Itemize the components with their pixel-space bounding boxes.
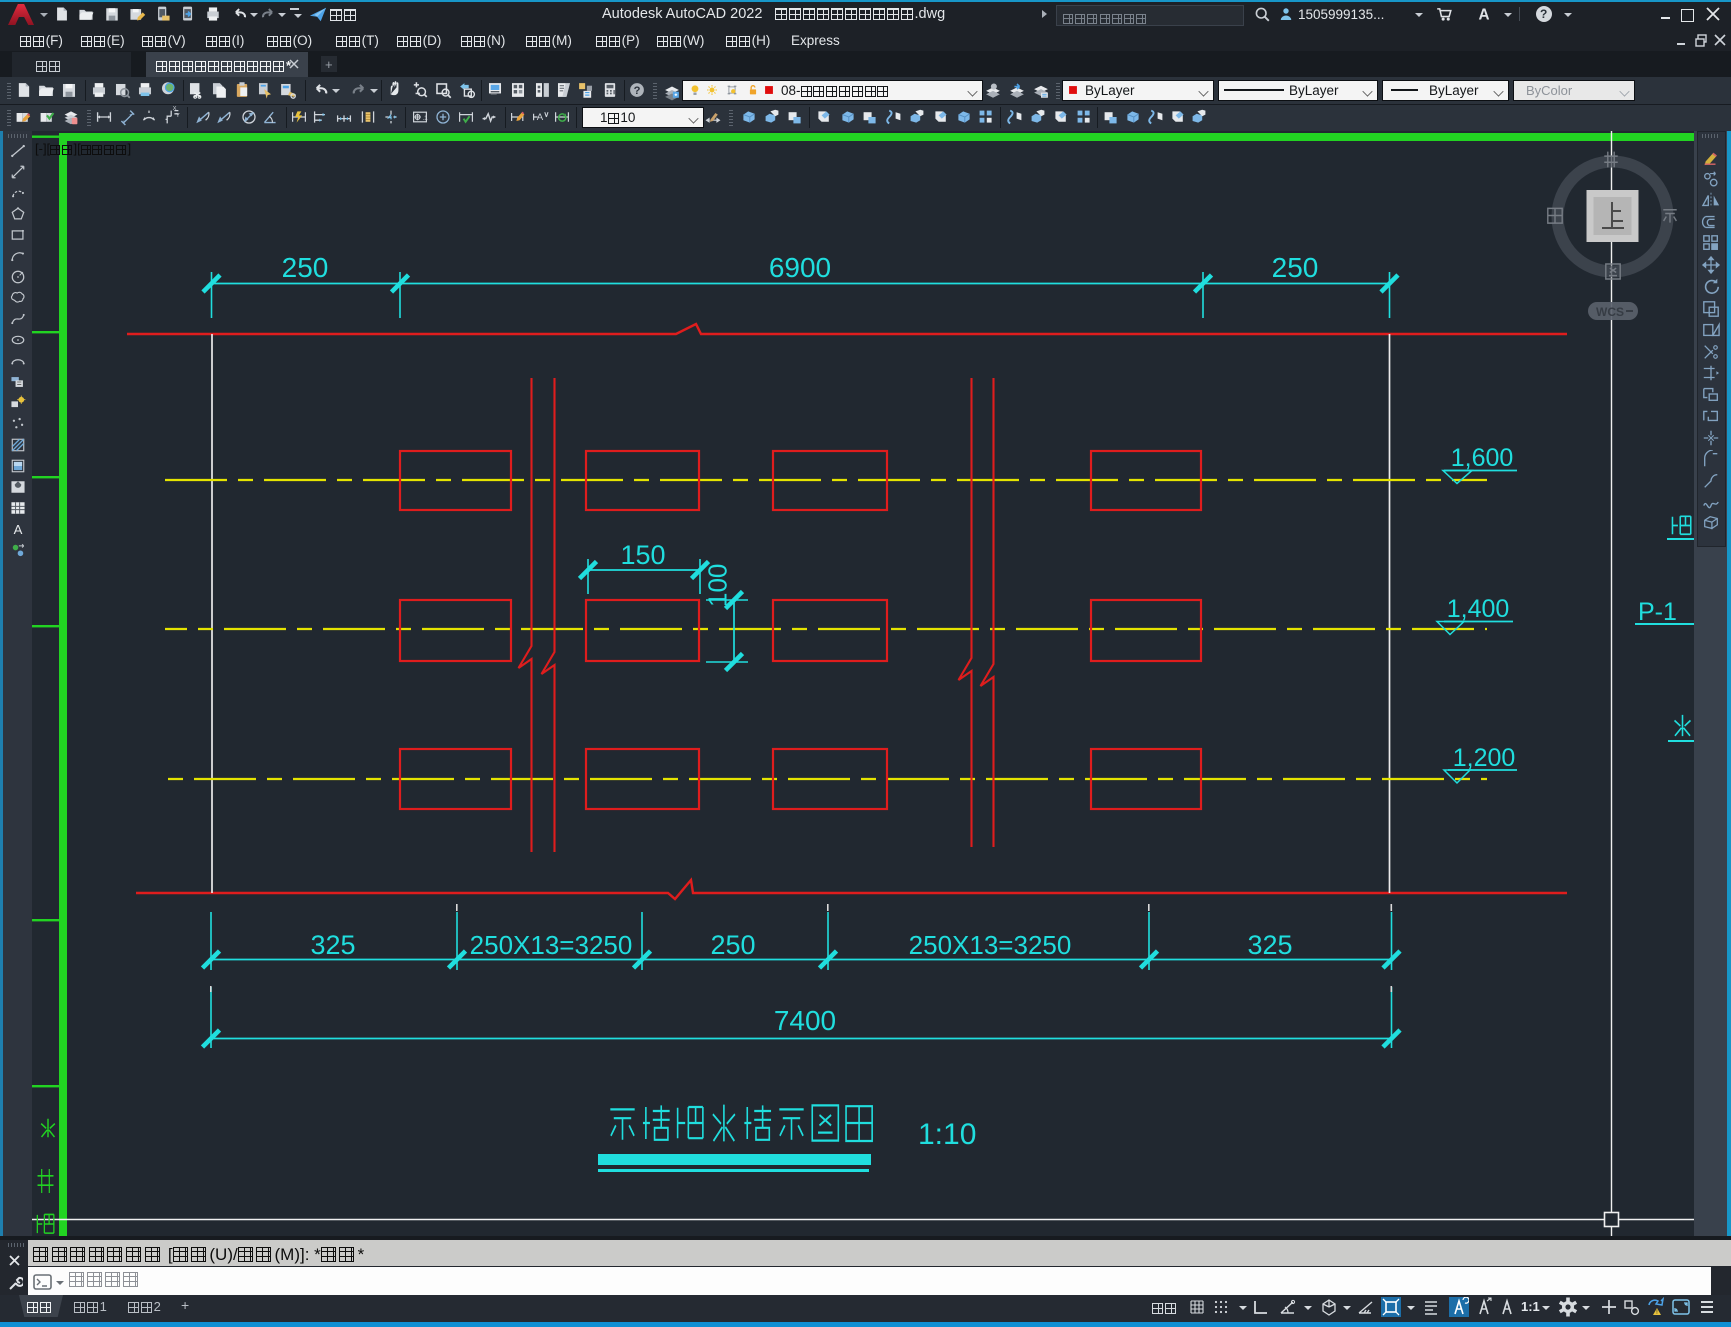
svg-text:250X13=3250: 250X13=3250 <box>909 930 1072 960</box>
svg-text:6900: 6900 <box>769 252 831 283</box>
svg-text:250X13=3250: 250X13=3250 <box>470 930 633 960</box>
svg-text:1,600: 1,600 <box>1451 444 1514 472</box>
svg-text:7400: 7400 <box>774 1005 836 1036</box>
svg-text:250: 250 <box>1272 252 1319 283</box>
svg-text:250: 250 <box>710 930 755 960</box>
svg-text:1,400: 1,400 <box>1447 595 1510 623</box>
svg-text:325: 325 <box>1247 930 1292 960</box>
svg-text:150: 150 <box>620 540 665 570</box>
svg-text:1,200: 1,200 <box>1453 744 1516 772</box>
svg-text:325: 325 <box>310 930 355 960</box>
svg-text:100: 100 <box>702 564 732 607</box>
svg-text:250: 250 <box>282 252 329 283</box>
